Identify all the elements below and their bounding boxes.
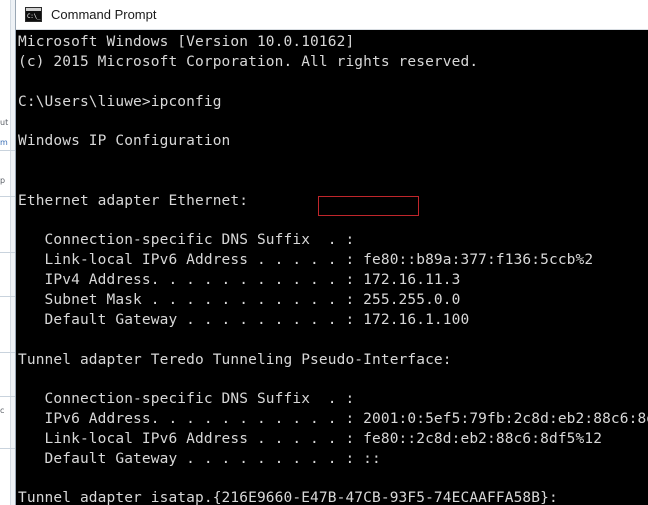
line-teredo-gateway: Default Gateway . . . . . . . . . : :: [18,450,381,467]
window-title: Command Prompt [51,7,157,22]
line-command: C:\Users\liuwe>ipconfig [18,93,222,110]
line-blank-2 [16,112,648,132]
line-blank-1 [16,73,648,93]
terminal-output-area[interactable]: Microsoft Windows [Version 10.0.10162] (c… [16,30,648,505]
line-copyright: (c) 2015 Microsoft Corporation. All righ… [18,53,479,70]
line-eth-ipv4: IPv4 Address. . . . . . . . . . . : 172.… [18,272,461,289]
line-blank-6 [16,331,648,351]
line-eth-gateway: Default Gateway . . . . . . . . . : 172.… [18,311,470,328]
background-divider [0,352,17,353]
background-text-fragment: p [0,176,6,185]
line-teredo-header: Tunnel adapter Teredo Tunneling Pseudo-I… [18,351,452,368]
line-eth-mask: Subnet Mask . . . . . . . . . . . : 255.… [18,291,461,308]
background-divider [0,448,17,449]
background-divider [0,252,17,253]
line-teredo-ipv6: IPv6 Address. . . . . . . . . . . : 2001… [18,411,648,428]
line-teredo-ll: Link-local IPv6 Address . . . . . : fe80… [18,430,603,447]
background-divider [0,196,17,197]
line-eth-dns: Connection-specific DNS Suffix . : [18,232,355,249]
command-prompt-icon-glyph: C:\_ [27,13,41,20]
line-version: Microsoft Windows [Version 10.0.10162] [18,34,355,50]
command-prompt-icon: C:\_ [25,7,42,22]
command-prompt-window[interactable]: C:\_ Command Prompt Microsoft Windows [V… [16,0,648,505]
line-blank-5 [16,212,648,232]
line-blank-7 [16,370,648,390]
line-teredo-dns: Connection-specific DNS Suffix . : [18,391,355,408]
terminal-lines: Microsoft Windows [Version 10.0.10162] (c… [16,30,648,505]
background-text-fragment: m [0,138,8,147]
line-ipconfig-title: Windows IP Configuration [18,133,231,150]
line-isatap-header: Tunnel adapter isatap.{216E9660-E47B-47C… [18,490,558,505]
line-blank-3 [16,152,648,172]
background-divider [0,296,17,297]
line-blank-8 [16,470,648,490]
titlebar[interactable]: C:\_ Command Prompt [16,0,648,29]
screen: ut m p c C:\_ Command Prompt Microsoft Wind… [0,0,648,505]
background-text-fragment: c [0,406,5,415]
background-text-fragment: ut [0,118,9,127]
background-divider [0,150,17,151]
background-divider [0,396,17,397]
line-eth-header: Ethernet adapter Ethernet: [18,192,249,209]
background-window[interactable]: ut m p c [0,0,17,505]
line-eth-linklocal: Link-local IPv6 Address . . . . . : fe80… [18,252,594,269]
line-blank-4 [16,172,648,192]
